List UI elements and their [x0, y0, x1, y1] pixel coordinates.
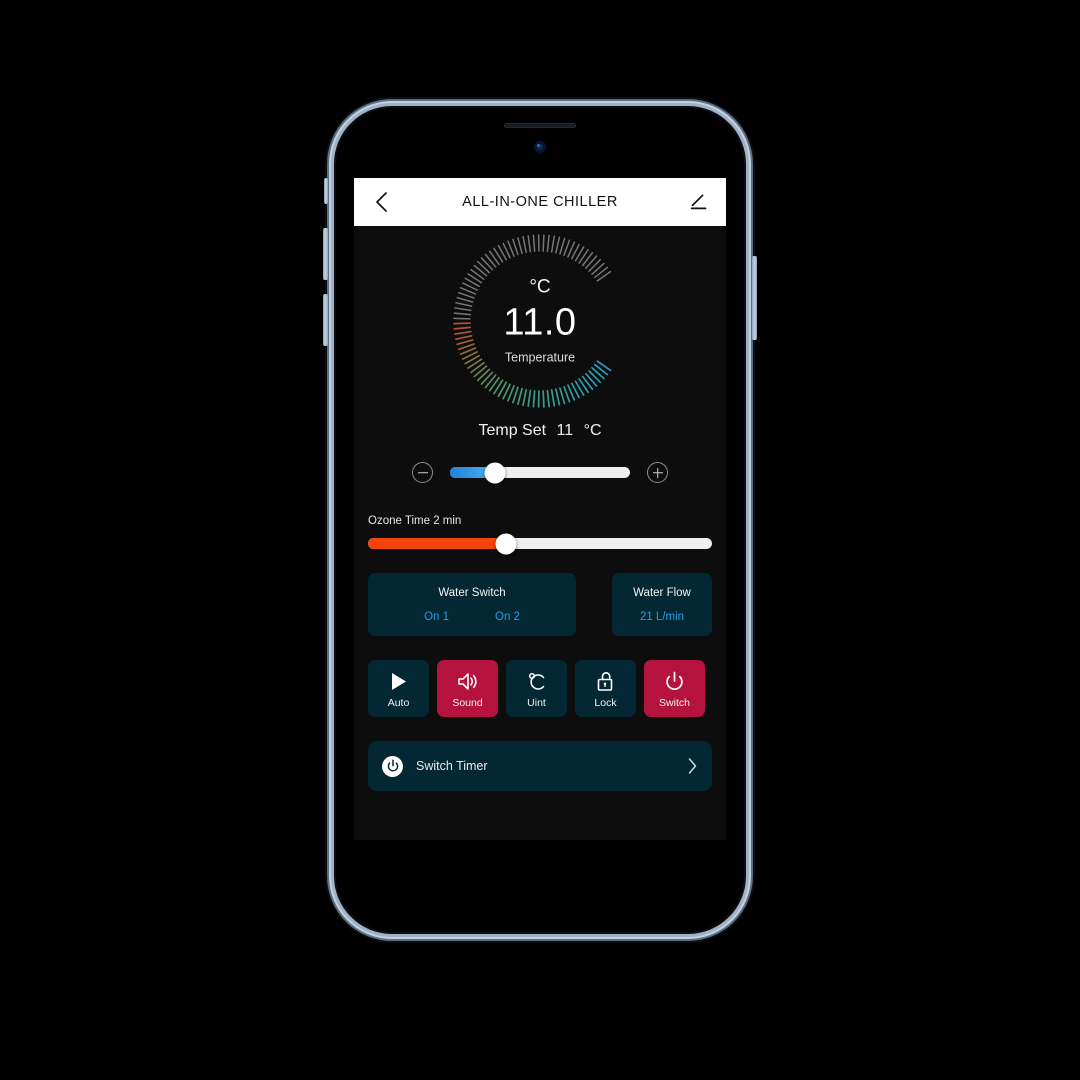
switch-label: Switch [659, 697, 690, 709]
pencil-edit-icon [690, 194, 707, 210]
lock-label: Lock [594, 697, 617, 709]
sound-button[interactable]: Sound [437, 660, 498, 717]
temp-increase-button[interactable] [647, 462, 668, 483]
sound-label: Sound [452, 697, 483, 709]
water-switch-title: Water Switch [438, 586, 506, 599]
water-switch-values: On 1 On 2 [424, 611, 520, 623]
temp-set-row: Temp Set 11 °C [354, 422, 726, 440]
ozone-time-slider[interactable] [368, 533, 712, 554]
gauge-unit: °C [529, 276, 551, 298]
water-switch-on1[interactable]: On 1 [424, 611, 449, 623]
water-flow-value: 21 L/min [639, 610, 685, 623]
water-flow-title: Water Flow [633, 586, 691, 599]
power-circle-icon [382, 755, 403, 777]
temp-decrease-button[interactable] [412, 462, 433, 483]
gauge-value: 11.0 [503, 301, 577, 344]
water-switch-card[interactable]: Water Switch On 1 On 2 [368, 573, 576, 636]
temp-set-unit: °C [583, 422, 602, 439]
front-camera-icon [535, 142, 545, 152]
chevron-left-icon [375, 192, 387, 212]
app-screen: ALL-IN-ONE CHILLER °C 11.0 Temperature T… [354, 178, 726, 840]
celsius-unit-icon [525, 668, 549, 694]
ozone-time-label: Ozone Time 2 min [368, 515, 462, 527]
ozone-time-block: Ozone Time 2 min [368, 515, 712, 554]
switch-button[interactable]: Switch [644, 660, 705, 717]
temp-set-label: Temp Set [478, 422, 547, 439]
back-button[interactable] [368, 189, 394, 215]
gauge-label: Temperature [504, 350, 576, 365]
temp-set-slider-row [354, 462, 726, 483]
water-flow-card[interactable]: Water Flow 21 L/min [612, 573, 712, 636]
padlock-open-icon [595, 668, 617, 694]
switch-timer-label: Switch Timer [416, 759, 488, 773]
screenshot-canvas: ALL-IN-ONE CHILLER °C 11.0 Temperature T… [0, 0, 1080, 1080]
volume-down-button[interactable] [323, 294, 328, 346]
edit-button[interactable] [686, 189, 712, 215]
temp-set-value: 11 [556, 422, 574, 439]
ozone-slider-thumb[interactable] [495, 533, 517, 554]
gauge-readout: °C 11.0 Temperature [455, 278, 625, 365]
power-side-button[interactable] [752, 256, 757, 340]
temp-slider-thumb[interactable] [484, 462, 506, 483]
lock-button[interactable]: Lock [575, 660, 636, 717]
temp-set-slider[interactable] [450, 462, 630, 483]
phone-device-frame: ALL-IN-ONE CHILLER °C 11.0 Temperature T… [323, 108, 757, 932]
water-switch-on2[interactable]: On 2 [495, 611, 520, 623]
phone-bezel-inner: ALL-IN-ONE CHILLER °C 11.0 Temperature T… [342, 114, 738, 926]
auto-label: Auto [387, 697, 410, 709]
status-cards-row: Water Switch On 1 On 2 Water Flow 21 L/m… [368, 573, 712, 636]
play-triangle-icon [387, 668, 410, 694]
app-header: ALL-IN-ONE CHILLER [354, 178, 726, 226]
earpiece-speaker [504, 123, 576, 128]
volume-up-button[interactable] [323, 228, 328, 280]
chevron-right-icon [688, 758, 697, 774]
unit-label: Uint [527, 697, 546, 709]
unit-button[interactable]: Uint [506, 660, 567, 717]
mute-switch-button[interactable] [324, 178, 328, 204]
ozone-slider-fill [368, 538, 506, 549]
auto-button[interactable]: Auto [368, 660, 429, 717]
page-title: ALL-IN-ONE CHILLER [462, 194, 618, 210]
switch-timer-row[interactable]: Switch Timer [368, 741, 712, 791]
temperature-gauge: °C 11.0 Temperature [354, 232, 726, 410]
speaker-wave-icon [456, 668, 480, 694]
power-icon [663, 668, 686, 694]
control-buttons-row: Auto Sound Uint Lock Switch [368, 660, 712, 717]
